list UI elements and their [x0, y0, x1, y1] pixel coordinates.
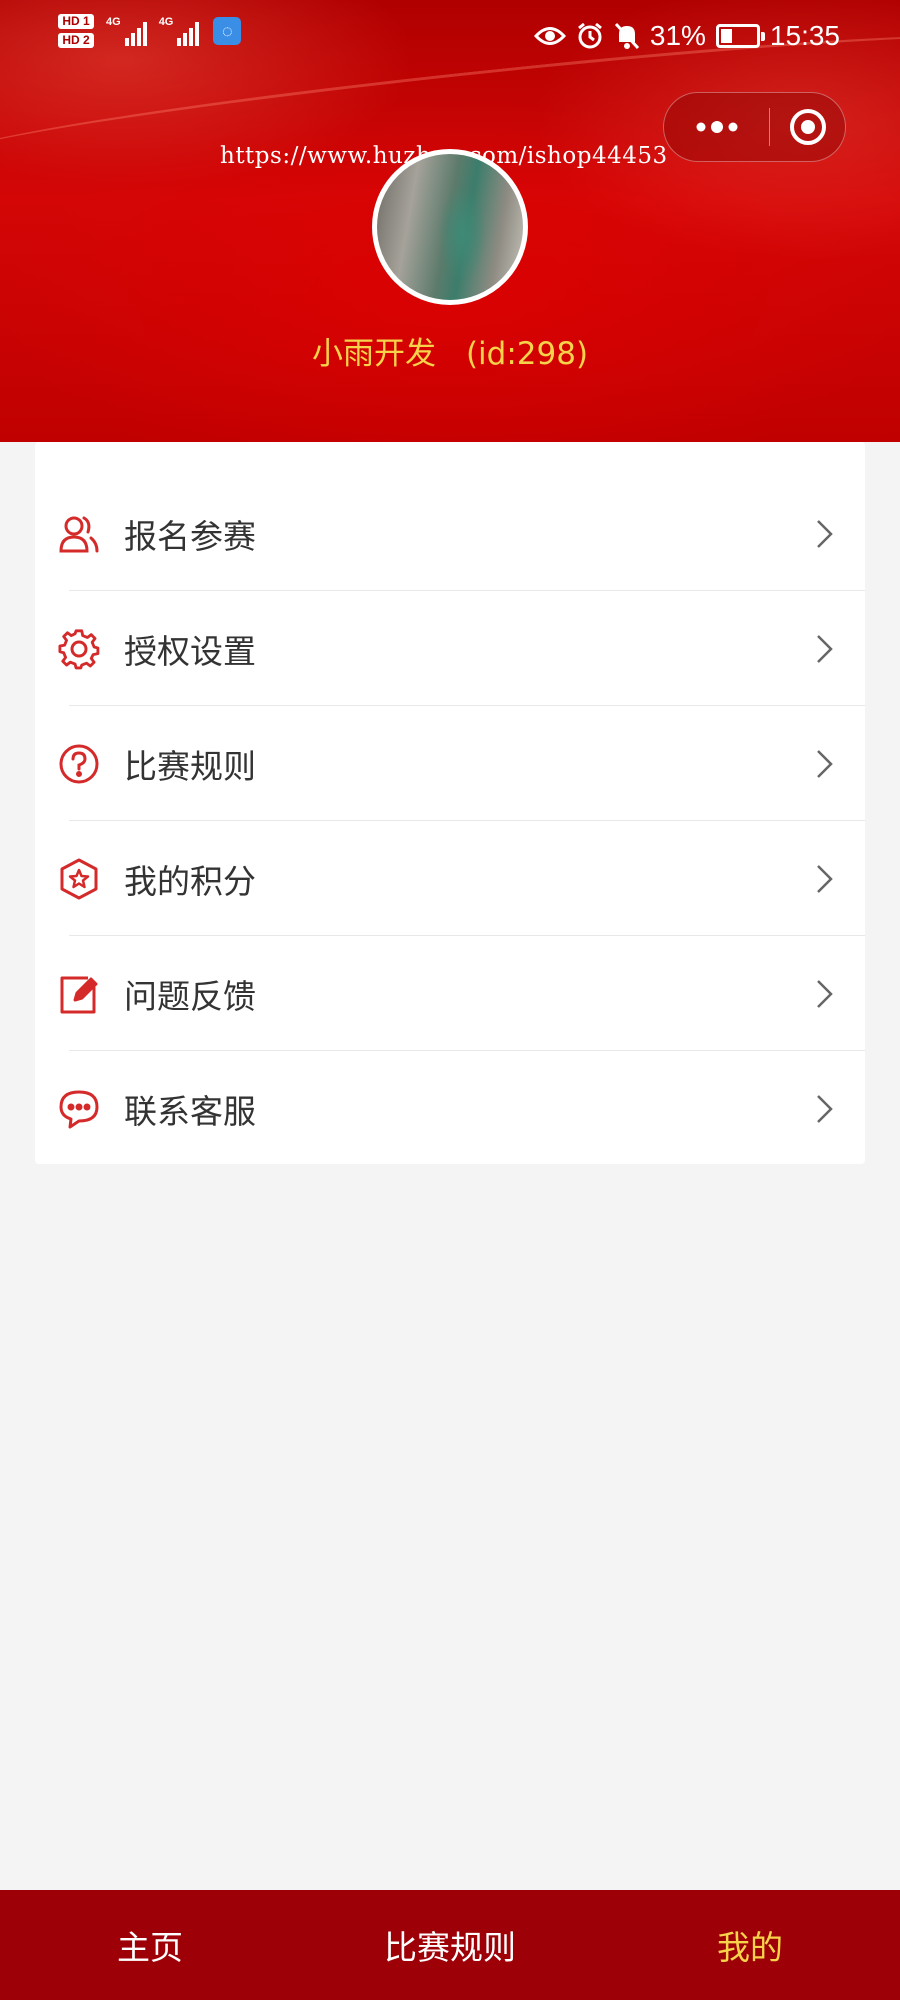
bottom-tab-bar: 主页 比赛规则 我的	[0, 1890, 900, 2000]
gear-icon	[58, 628, 100, 670]
menu-item-feedback[interactable]: 问题反馈	[35, 936, 865, 1051]
menu-list: 报名参赛 授权设置 比赛规则 我的积分 问题反馈 联系客服	[35, 442, 865, 1164]
chevron-right-icon	[817, 1094, 833, 1123]
chevron-right-icon	[817, 749, 833, 778]
signal-2-icon: 4G	[159, 16, 200, 46]
user-id: (id:298)	[465, 336, 589, 372]
chevron-right-icon	[817, 634, 833, 663]
battery-percent: 31%	[649, 20, 706, 51]
eye-icon	[533, 27, 566, 45]
edit-icon	[58, 973, 100, 1015]
user-info: 小雨开发 (id:298)	[0, 328, 900, 373]
chevron-right-icon	[817, 519, 833, 548]
menu-item-label: 报名参赛	[124, 516, 256, 556]
star-hexagon-icon	[58, 858, 100, 900]
close-miniprogram-button[interactable]	[770, 107, 845, 147]
menu-item-label: 比赛规则	[124, 746, 256, 786]
battery-icon	[715, 24, 765, 48]
menu-item-register[interactable]: 报名参赛	[35, 476, 865, 591]
alarm-icon	[577, 22, 602, 49]
menu-item-support[interactable]: 联系客服	[35, 1051, 865, 1166]
menu-item-auth-settings[interactable]: 授权设置	[35, 591, 865, 706]
miniprogram-capsule	[663, 92, 846, 162]
status-bar: HD 1 HD 2 4G 4G ◌ 31% 15:35	[0, 0, 900, 80]
chevron-right-icon	[817, 864, 833, 893]
avatar[interactable]	[372, 149, 528, 305]
menu-item-label: 我的积分	[124, 861, 256, 901]
tab-home[interactable]: 主页	[0, 1890, 300, 2000]
battery-fill	[720, 29, 733, 43]
clock: 15:35	[769, 20, 840, 51]
menu-item-label: 问题反馈	[124, 976, 256, 1016]
menu-item-label: 联系客服	[124, 1091, 256, 1131]
menu-item-points[interactable]: 我的积分	[35, 821, 865, 936]
user-name: 小雨开发	[311, 336, 436, 372]
more-dots-icon	[696, 121, 737, 133]
sim2-badge: HD 2	[58, 33, 94, 48]
menu-item-rules[interactable]: 比赛规则	[35, 706, 865, 821]
sim1-badge: HD 1	[58, 14, 94, 29]
signal-1-icon: 4G	[106, 16, 147, 46]
target-close-icon	[789, 109, 826, 145]
tab-rules[interactable]: 比赛规则	[300, 1890, 600, 2000]
chevron-right-icon	[817, 979, 833, 1008]
app-notification-icon: ◌	[213, 17, 242, 45]
people-icon	[58, 513, 100, 555]
mute-bell-icon	[614, 22, 639, 50]
chat-icon	[58, 1088, 100, 1130]
tab-mine[interactable]: 我的	[600, 1890, 900, 2000]
more-button[interactable]	[664, 121, 769, 133]
menu-item-label: 授权设置	[124, 631, 256, 671]
question-icon	[58, 743, 100, 785]
